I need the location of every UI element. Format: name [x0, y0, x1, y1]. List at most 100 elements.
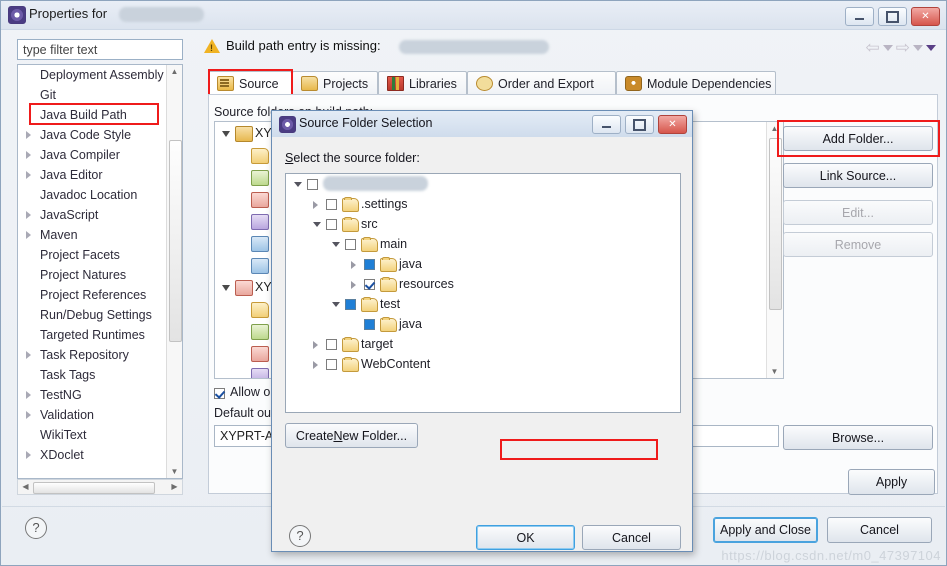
sidebar-item-maven[interactable]: Maven [18, 225, 182, 245]
filter-input[interactable]: type filter text [17, 39, 183, 60]
menu-chevron-down-icon[interactable] [926, 44, 936, 51]
expand-chevron-icon[interactable] [26, 231, 31, 239]
settings-tree-scrollbar-horizontal[interactable]: ◀ ▶ [17, 479, 183, 495]
apply-button[interactable]: Apply [848, 469, 935, 495]
browse-button[interactable]: Browse... [783, 425, 933, 450]
tab-order-and-export[interactable]: Order and Export [467, 71, 616, 95]
expand-chevron-icon[interactable] [313, 201, 318, 209]
folder-tree[interactable]: .settings src main java resources test java tar… [285, 173, 681, 413]
checkbox-icon[interactable] [326, 339, 337, 350]
expand-chevron-icon[interactable] [351, 281, 356, 289]
scrollbar-thumb-h[interactable] [33, 482, 155, 494]
collapse-chevron-icon[interactable] [332, 302, 340, 307]
back-arrow-icon[interactable]: ⇦ [866, 39, 880, 56]
scroll-down-icon[interactable]: ▼ [768, 367, 781, 376]
expand-chevron-icon[interactable] [26, 211, 31, 219]
scroll-down-icon[interactable]: ▼ [168, 467, 181, 476]
collapse-chevron-icon[interactable] [222, 285, 230, 295]
checkbox-icon[interactable] [364, 259, 375, 270]
folder-tree-row[interactable]: test [286, 294, 680, 314]
dialog-ok-button[interactable]: OK [476, 525, 575, 550]
sidebar-item-java-code-style[interactable]: Java Code Style [18, 125, 182, 145]
help-question-icon[interactable]: ? [25, 517, 47, 539]
scrollbar-thumb[interactable] [769, 138, 782, 310]
scroll-up-icon[interactable]: ▲ [768, 124, 781, 133]
dialog-close-button[interactable]: ✕ [658, 115, 687, 134]
checkbox-icon[interactable] [345, 239, 356, 250]
checkbox-icon[interactable] [214, 388, 225, 399]
expand-chevron-icon[interactable] [313, 341, 318, 349]
sidebar-item-project-natures[interactable]: Project Natures [18, 265, 182, 285]
sidebar-item-project-references[interactable]: Project References [18, 285, 182, 305]
sidebar-item-git[interactable]: Git [18, 85, 182, 105]
sidebar-item-javadoc-location[interactable]: Javadoc Location [18, 185, 182, 205]
checkbox-icon[interactable] [326, 359, 337, 370]
forward-chevron-down-icon[interactable] [913, 44, 923, 51]
folder-tree-row[interactable]: WebContent [286, 354, 680, 374]
collapse-chevron-icon[interactable] [332, 242, 340, 247]
forward-arrow-icon[interactable]: ⇨ [896, 39, 910, 56]
expand-chevron-icon[interactable] [26, 411, 31, 419]
dialog-help-question-icon[interactable]: ? [289, 525, 311, 547]
expand-chevron-icon[interactable] [26, 451, 31, 459]
expand-chevron-icon[interactable] [313, 361, 318, 369]
expand-chevron-icon[interactable] [26, 151, 31, 159]
sidebar-item-project-facets[interactable]: Project Facets [18, 245, 182, 265]
folder-tree-row[interactable]: java [286, 314, 680, 334]
expand-chevron-icon[interactable] [26, 131, 31, 139]
collapse-chevron-icon[interactable] [294, 182, 302, 187]
add-folder-button[interactable]: Add Folder... [783, 126, 933, 151]
collapse-chevron-icon[interactable] [222, 131, 230, 141]
scroll-left-icon[interactable]: ◀ [19, 482, 32, 491]
tab-projects[interactable]: Projects [292, 71, 378, 95]
sidebar-item-wikitext[interactable]: WikiText [18, 425, 182, 445]
sidebar-item-validation[interactable]: Validation [18, 405, 182, 425]
dialog-maximize-button[interactable] [625, 115, 654, 134]
expand-chevron-icon[interactable] [351, 261, 356, 269]
scroll-right-icon[interactable]: ▶ [168, 482, 181, 491]
dialog-minimize-button[interactable] [592, 115, 621, 134]
settings-tree[interactable]: Deployment Assembly Git Java Build Path Jav… [17, 64, 183, 479]
link-source-button[interactable]: Link Source... [783, 163, 933, 188]
sidebar-item-java-editor[interactable]: Java Editor [18, 165, 182, 185]
sidebar-item-deployment-assembly[interactable]: Deployment Assembly [18, 65, 182, 85]
tab-source[interactable]: Source [208, 71, 292, 95]
scrollbar-thumb[interactable] [169, 140, 182, 342]
tab-module-dependencies[interactable]: Module Dependencies [616, 71, 776, 95]
checkbox-icon[interactable] [364, 319, 375, 330]
sidebar-item-java-compiler[interactable]: Java Compiler [18, 145, 182, 165]
checkbox-icon[interactable] [307, 179, 318, 190]
folder-tree-row[interactable]: resources [286, 274, 680, 294]
folder-tree-row[interactable]: java [286, 254, 680, 274]
sidebar-item-xdoclet[interactable]: XDoclet [18, 445, 182, 465]
sidebar-item-java-build-path[interactable]: Java Build Path [18, 105, 182, 125]
folder-tree-row[interactable] [286, 174, 680, 194]
close-button[interactable]: ✕ [911, 7, 940, 26]
create-new-folder-button[interactable]: Create New Folder... [285, 423, 418, 448]
sidebar-item-task-tags[interactable]: Task Tags [18, 365, 182, 385]
expand-chevron-icon[interactable] [26, 171, 31, 179]
tab-libraries[interactable]: Libraries [378, 71, 467, 95]
folder-tree-row[interactable]: src [286, 214, 680, 234]
back-chevron-down-icon[interactable] [882, 44, 893, 51]
expand-chevron-icon[interactable] [26, 391, 31, 399]
folder-tree-row[interactable]: main [286, 234, 680, 254]
sidebar-item-run-debug-settings[interactable]: Run/Debug Settings [18, 305, 182, 325]
minimize-button[interactable] [845, 7, 874, 26]
maximize-button[interactable] [878, 7, 907, 26]
checkbox-icon[interactable] [326, 199, 337, 210]
dialog-cancel-button[interactable]: Cancel [582, 525, 681, 550]
sidebar-item-task-repository[interactable]: Task Repository [18, 345, 182, 365]
folder-tree-row[interactable]: .settings [286, 194, 680, 214]
apply-and-close-button[interactable]: Apply and Close [713, 517, 818, 543]
sidebar-item-targeted-runtimes[interactable]: Targeted Runtimes [18, 325, 182, 345]
scroll-up-icon[interactable]: ▲ [168, 67, 181, 76]
settings-tree-scrollbar-vertical[interactable]: ▲ ▼ [166, 65, 182, 478]
checkbox-icon[interactable] [364, 279, 375, 290]
folder-tree-row[interactable]: target [286, 334, 680, 354]
sidebar-item-testng[interactable]: TestNG [18, 385, 182, 405]
expand-chevron-icon[interactable] [26, 351, 31, 359]
checkbox-icon[interactable] [326, 219, 337, 230]
collapse-chevron-icon[interactable] [313, 222, 321, 227]
source-list-scrollbar[interactable]: ▲ ▼ [766, 122, 783, 378]
